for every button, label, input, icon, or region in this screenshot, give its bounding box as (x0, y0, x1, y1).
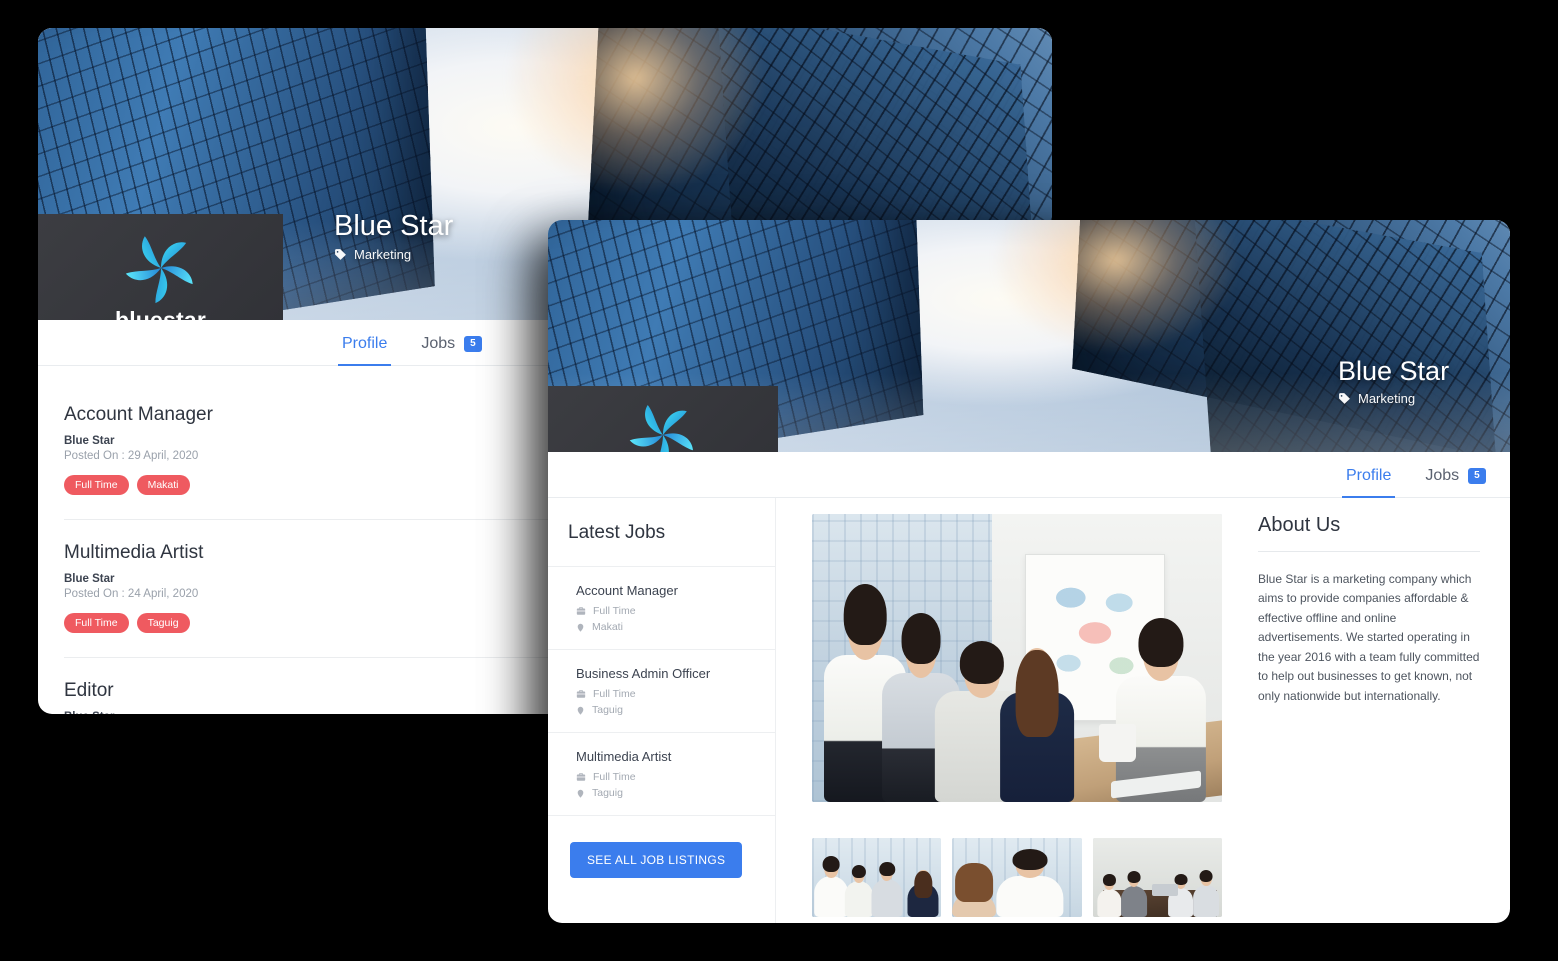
tab-profile-label: Profile (1346, 467, 1392, 484)
job-tag-location: Taguig (136, 613, 190, 633)
company-category-row: Marketing (1338, 391, 1449, 406)
bluestar-pinwheel-logo-icon (125, 235, 193, 303)
company-logo-card: bluestar (548, 386, 778, 452)
about-us-section: About Us Blue Star is a marketing compan… (1242, 514, 1510, 923)
screenshot-stage: bluestar Blue Star Marketing Profile Job… (0, 0, 1558, 961)
sidebar-job-location: Taguig (592, 704, 623, 716)
company-name: Blue Star (334, 210, 454, 243)
sidebar-job-item[interactable]: Account Manager Full Time Makati (548, 567, 775, 650)
gallery-thumbnail[interactable] (1092, 838, 1222, 917)
briefcase-icon (576, 690, 586, 698)
sidebar-job-type-row: Full Time (576, 771, 775, 783)
job-tag-location: Makati (136, 475, 190, 495)
sidebar-job-location-row: Taguig (576, 787, 775, 799)
sidebar-job-type-row: Full Time (576, 688, 775, 700)
sidebar-job-item[interactable]: Multimedia Artist Full Time Taguig (548, 733, 775, 816)
sidebar-job-type: Full Time (593, 688, 636, 700)
tab-jobs[interactable]: Jobs 5 (1421, 467, 1489, 498)
tab-bar-front: Profile Jobs 5 (548, 452, 1510, 498)
hero-banner-front: bluestar Blue Star Marketing (548, 220, 1510, 452)
sidebar-job-title: Multimedia Artist (576, 749, 672, 764)
location-pin-icon (577, 623, 584, 632)
gallery-thumbnails (812, 838, 1222, 917)
company-header-titles-front: Blue Star Marketing (1338, 357, 1449, 406)
briefcase-icon (576, 607, 586, 615)
job-tag-type: Full Time (64, 613, 129, 633)
company-logo-card: bluestar (38, 214, 283, 320)
company-header-titles-back: Blue Star Marketing (334, 211, 453, 262)
tag-icon (1339, 393, 1350, 404)
tab-jobs[interactable]: Jobs 5 (417, 335, 485, 366)
photo-gallery (776, 514, 1242, 923)
job-tag-type: Full Time (64, 475, 129, 495)
briefcase-icon (576, 773, 586, 781)
location-pin-icon (577, 789, 584, 798)
profile-body: Latest Jobs Account Manager Full Time Ma… (548, 498, 1510, 923)
sidebar-job-location: Taguig (592, 787, 623, 799)
latest-jobs-sidebar: Latest Jobs Account Manager Full Time Ma… (548, 498, 776, 923)
gallery-thumbnail[interactable] (952, 838, 1082, 917)
sidebar-job-type-row: Full Time (576, 605, 775, 617)
location-pin-icon (577, 706, 584, 715)
tab-jobs-badge: 5 (1468, 468, 1486, 484)
company-category-label: Marketing (1358, 391, 1416, 406)
sidebar-job-type: Full Time (593, 771, 636, 783)
sidebar-job-location-row: Taguig (576, 704, 775, 716)
latest-jobs-heading: Latest Jobs (548, 498, 775, 567)
about-us-text: Blue Star is a marketing company which a… (1258, 572, 1480, 703)
tab-profile[interactable]: Profile (1342, 467, 1396, 498)
gallery-thumbnail[interactable] (812, 838, 942, 917)
sidebar-job-title: Account Manager (576, 583, 678, 598)
sidebar-job-type: Full Time (593, 605, 636, 617)
profile-content: About Us Blue Star is a marketing compan… (776, 498, 1510, 923)
sidebar-job-item[interactable]: Business Admin Officer Full Time Taguig (548, 650, 775, 733)
tab-jobs-badge: 5 (464, 336, 482, 352)
company-category-row: Marketing (334, 247, 453, 262)
tag-icon (335, 249, 346, 260)
about-us-divider (1258, 551, 1480, 552)
tab-profile[interactable]: Profile (338, 335, 392, 366)
bluestar-pinwheel-logo-icon (629, 405, 693, 452)
tab-jobs-label: Jobs (1425, 467, 1460, 484)
about-us-heading: About Us (1258, 514, 1341, 536)
sidebar-job-title: Business Admin Officer (576, 666, 711, 681)
logo-wordmark: bluestar (114, 306, 207, 321)
sidebar-job-location: Makati (592, 621, 623, 633)
company-category-label: Marketing (354, 247, 412, 262)
tab-profile-label: Profile (342, 335, 388, 352)
tab-jobs-label: Jobs (421, 335, 456, 352)
company-name: Blue Star (1338, 356, 1450, 387)
see-all-job-listings-button[interactable]: SEE ALL JOB LISTINGS (570, 842, 743, 878)
main-gallery-photo[interactable] (812, 514, 1222, 802)
sidebar-job-location-row: Makati (576, 621, 775, 633)
company-profile-window-front: bluestar Blue Star Marketing Profile Job… (548, 220, 1510, 923)
